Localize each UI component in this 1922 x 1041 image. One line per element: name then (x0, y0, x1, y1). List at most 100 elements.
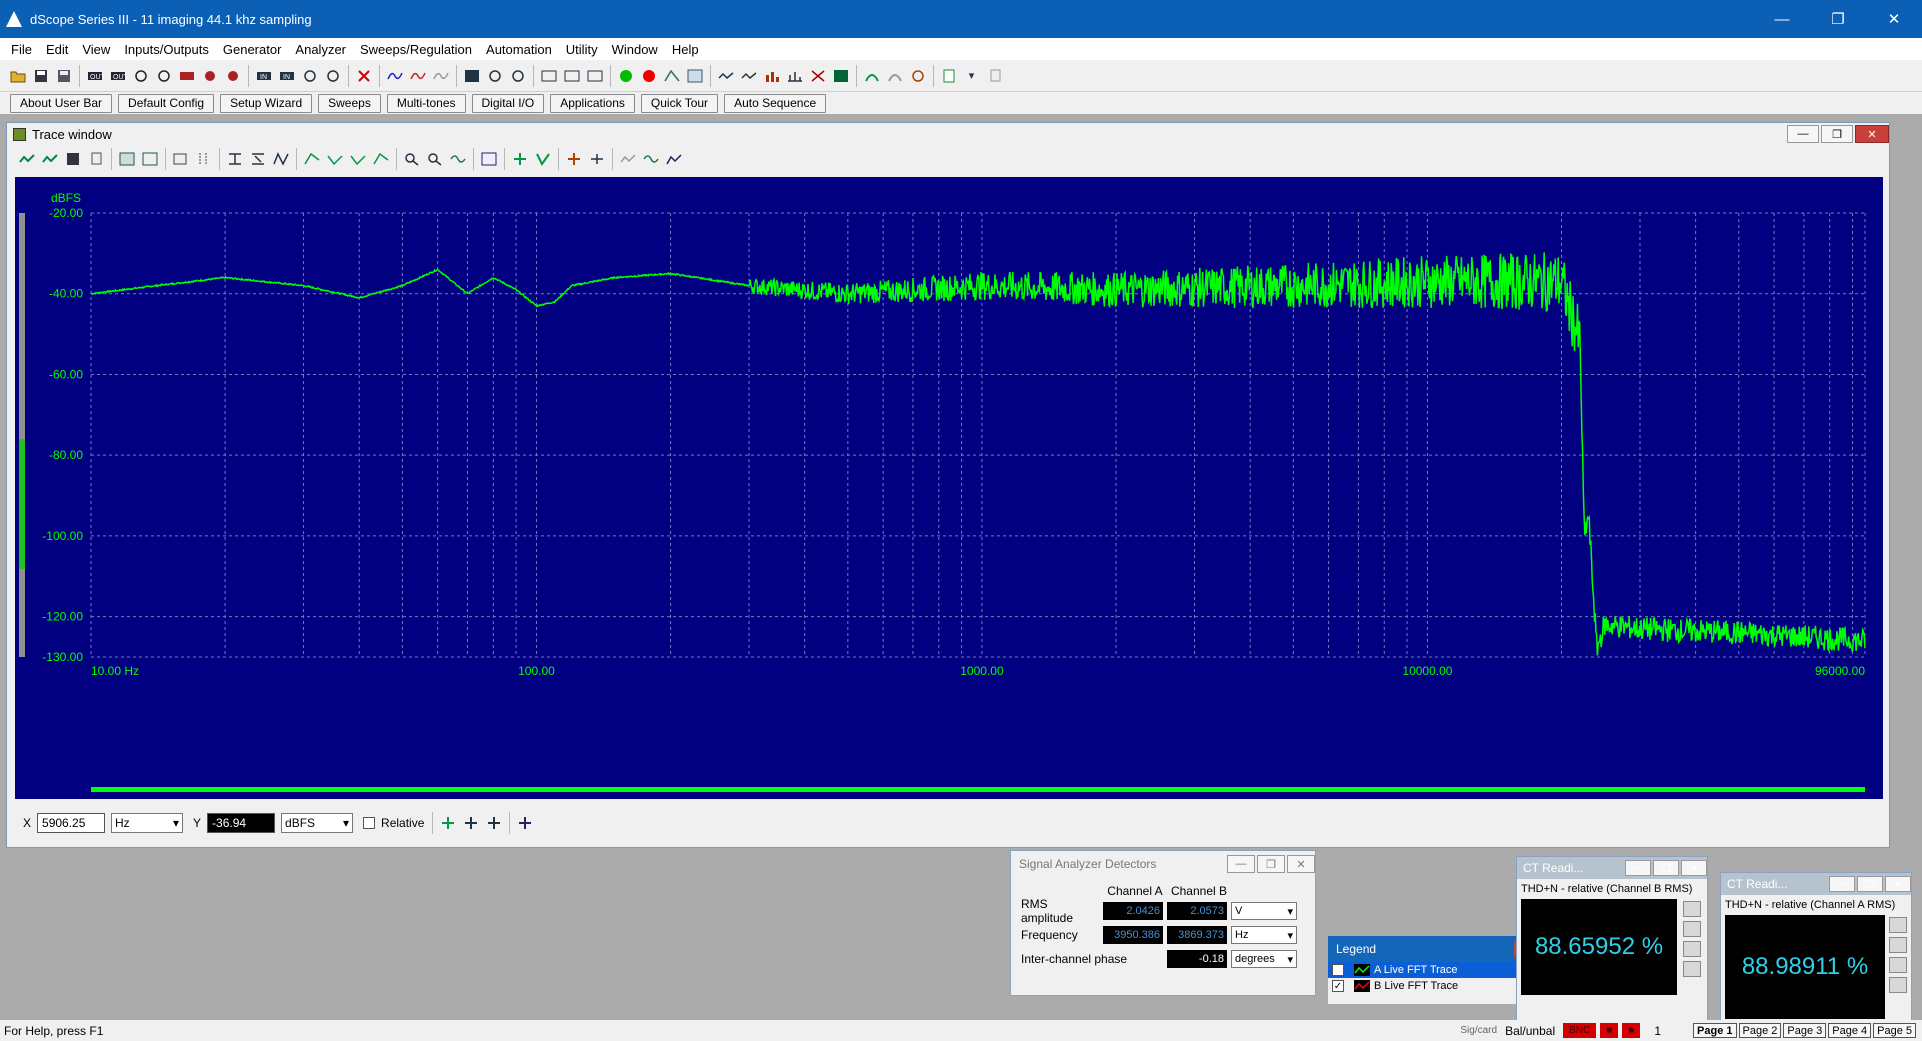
legend-b-checkbox[interactable]: ✓ (1332, 980, 1344, 992)
ct1-settings-icon[interactable] (1683, 921, 1701, 937)
crosshair-icon[interactable] (564, 150, 583, 169)
fit-icon[interactable] (448, 150, 467, 169)
scope-b-icon[interactable] (485, 66, 504, 85)
menu-file[interactable]: File (4, 42, 39, 57)
dropdown-icon[interactable]: ▾ (962, 66, 981, 85)
trace-copy-icon[interactable] (86, 150, 105, 169)
restore-button[interactable]: ❐ (1810, 0, 1866, 38)
trace-minimize-button[interactable]: — (1787, 125, 1819, 143)
marker-icon[interactable] (510, 150, 529, 169)
save-as-icon[interactable] (54, 66, 73, 85)
x-unit-select[interactable]: Hz ▾ (111, 813, 184, 833)
channel-c-icon[interactable] (585, 66, 604, 85)
trace-save-icon[interactable] (63, 150, 82, 169)
trace-restore-button[interactable]: ❐ (1821, 125, 1853, 143)
ct2-restore-button[interactable]: ❐ (1857, 876, 1883, 892)
marker-clear-icon[interactable] (515, 814, 534, 833)
ct1-close-button[interactable]: ✕ (1681, 860, 1707, 876)
y-unit-select[interactable]: dBFS ▾ (281, 813, 354, 833)
menu-generator[interactable]: Generator (216, 42, 289, 57)
legend-item-b[interactable]: ✓ B Live FFT Trace (1328, 978, 1534, 994)
ct2-close-button[interactable]: ✕ (1885, 876, 1911, 892)
ct2-minimize-button[interactable]: — (1829, 876, 1855, 892)
trace-add-icon[interactable] (17, 150, 36, 169)
ct1-restore-button[interactable]: ❐ (1653, 860, 1679, 876)
sad-close-button[interactable]: ✕ (1287, 855, 1315, 873)
analyzer-b-icon[interactable] (323, 66, 342, 85)
freq-unit-select[interactable]: Hz ▾ (1231, 926, 1297, 944)
cursor-a-icon[interactable] (302, 150, 321, 169)
output-icon[interactable]: OUT (85, 66, 104, 85)
trace-b-icon[interactable] (739, 66, 758, 85)
menu-automation[interactable]: Automation (479, 42, 559, 57)
input-b-icon[interactable]: IN (277, 66, 296, 85)
generator-icon[interactable] (131, 66, 150, 85)
record-icon[interactable] (639, 66, 658, 85)
markers-icon[interactable] (808, 66, 827, 85)
trace-remove-icon[interactable] (40, 150, 59, 169)
zoom-in-icon[interactable] (402, 150, 421, 169)
marker-add-icon[interactable] (438, 814, 457, 833)
ct1-scale-icon[interactable] (1683, 901, 1701, 917)
menu-help[interactable]: Help (665, 42, 706, 57)
trace-table-icon[interactable] (140, 150, 159, 169)
scope-icon[interactable] (462, 66, 481, 85)
script-c-icon[interactable] (908, 66, 927, 85)
sweep-stop-icon[interactable] (408, 66, 427, 85)
x-scroll-bar[interactable] (91, 787, 1865, 792)
default-config-button[interactable]: Default Config (118, 93, 215, 113)
zoom-y-icon[interactable] (248, 150, 267, 169)
sweep-disabled-icon[interactable] (431, 66, 450, 85)
sweep-icon[interactable] (385, 66, 404, 85)
script-icon[interactable] (862, 66, 881, 85)
trace-grid-icon[interactable] (194, 150, 213, 169)
stop-icon[interactable] (354, 66, 373, 85)
rms-unit-select[interactable]: V ▾ (1231, 902, 1297, 920)
fft-chart-svg[interactable]: -20.00 -40.00 -60.00 -80.00 -100.00 -120.00 -1… (15, 177, 1883, 799)
fft-plot[interactable]: -20.00 -40.00 -60.00 -80.00 -100.00 -120.00 -1… (15, 177, 1883, 799)
avg-icon[interactable] (641, 150, 660, 169)
quick-tour-button[interactable]: Quick Tour (640, 93, 719, 113)
page-1-button[interactable]: Page 1 (1693, 1023, 1737, 1038)
trace-icon[interactable] (716, 66, 735, 85)
ct2-settings-icon[interactable] (1889, 937, 1907, 953)
filter-b-icon[interactable] (685, 66, 704, 85)
ct1-expand-icon[interactable] (1683, 961, 1701, 977)
minimize-button[interactable]: — (1754, 0, 1810, 38)
mute-c-icon[interactable] (223, 66, 242, 85)
setup-wizard-button[interactable]: Setup Wizard (220, 93, 313, 113)
scroll-thumb[interactable] (19, 439, 25, 569)
legend-a-checkbox[interactable]: ✓ (1332, 964, 1344, 976)
relative-checkbox[interactable] (363, 817, 376, 829)
menu-sweeps-regulation[interactable]: Sweeps/Regulation (353, 42, 479, 57)
zoom-x-icon[interactable] (225, 150, 244, 169)
cursor-d-icon[interactable] (371, 150, 390, 169)
digital-io-button[interactable]: Digital I/O (471, 93, 545, 113)
menu-analyzer[interactable]: Analyzer (288, 42, 353, 57)
filter-icon[interactable] (662, 66, 681, 85)
open-icon[interactable] (8, 66, 27, 85)
mute-b-icon[interactable] (200, 66, 219, 85)
ct1-minimize-button[interactable]: — (1625, 860, 1651, 876)
fft-icon[interactable] (479, 150, 498, 169)
bars-icon[interactable] (762, 66, 781, 85)
run-icon[interactable] (616, 66, 635, 85)
sad-minimize-button[interactable]: — (1227, 855, 1255, 873)
about-user-bar-button[interactable]: About User Bar (10, 93, 113, 113)
legend-item-a[interactable]: ✓ A Live FFT Trace (1328, 962, 1534, 978)
ct2-expand-icon[interactable] (1889, 977, 1907, 993)
y-readout-value[interactable]: -36.94 (207, 813, 276, 833)
save-icon[interactable] (31, 66, 50, 85)
menu-edit[interactable]: Edit (39, 42, 75, 57)
applications-button[interactable]: Applications (550, 93, 635, 113)
script-b-icon[interactable] (885, 66, 904, 85)
copy-icon[interactable] (985, 66, 1004, 85)
menu-window[interactable]: Window (605, 42, 665, 57)
generator-b-icon[interactable] (154, 66, 173, 85)
close-button[interactable]: ✕ (1866, 0, 1922, 38)
cursor-c-icon[interactable] (348, 150, 367, 169)
ct1-log-icon[interactable] (1683, 941, 1701, 957)
trace-close-button[interactable]: ✕ (1855, 125, 1889, 143)
ct2-log-icon[interactable] (1889, 957, 1907, 973)
page-3-button[interactable]: Page 3 (1783, 1023, 1827, 1038)
